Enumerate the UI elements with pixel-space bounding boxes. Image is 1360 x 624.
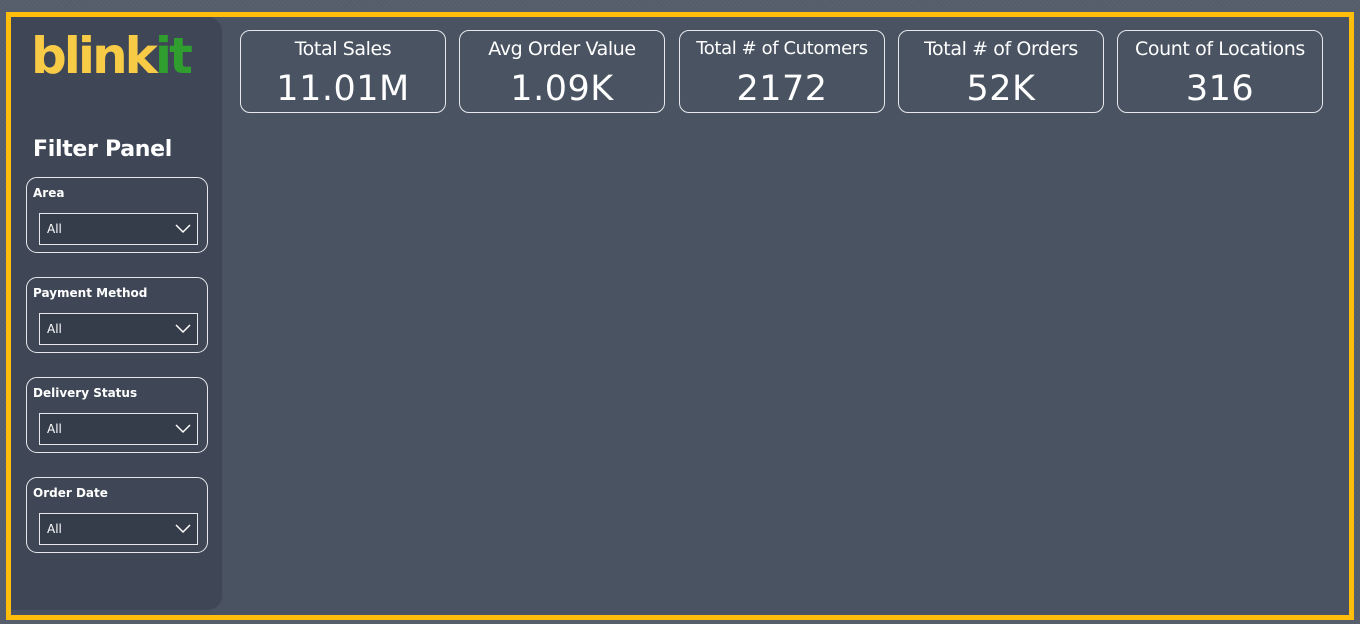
area-dropdown[interactable]: All [39, 213, 198, 245]
kpi-value: 2172 [736, 69, 828, 109]
kpi-value: 1.09K [510, 69, 614, 109]
kpi-value: 52K [966, 69, 1036, 109]
slicer-area: Area All [26, 177, 208, 253]
logo-part-blink: blink [31, 27, 158, 85]
chevron-down-icon [175, 524, 191, 534]
dropdown-value: All [47, 422, 62, 436]
delivery-status-dropdown[interactable]: All [39, 413, 198, 445]
slicer-label: Delivery Status [33, 386, 138, 400]
slicer-label: Payment Method [33, 286, 148, 300]
dropdown-value: All [47, 222, 62, 236]
slicer-delivery-status: Delivery Status All [26, 377, 208, 453]
kpi-label: Total Sales [294, 38, 392, 60]
chevron-down-icon [175, 324, 191, 334]
order-date-dropdown[interactable]: All [39, 513, 198, 545]
chevron-down-icon [175, 424, 191, 434]
kpi-value: 316 [1185, 69, 1255, 109]
kpi-label: Total # of Orders [924, 38, 1078, 60]
kpi-label: Count of Locations [1135, 38, 1305, 60]
slicer-label: Order Date [33, 486, 108, 500]
kpi-label: Total # of Cutomers [696, 38, 868, 59]
kpi-card-total-orders[interactable]: Total # of Orders 52K [898, 30, 1104, 113]
slicer-order-date: Order Date All [26, 477, 208, 553]
kpi-card-total-customers[interactable]: Total # of Cutomers 2172 [679, 30, 885, 113]
blinkit-logo: blinkit [31, 31, 193, 81]
payment-method-dropdown[interactable]: All [39, 313, 198, 345]
filter-panel-title: Filter Panel [33, 137, 172, 162]
logo-part-it: it [154, 27, 193, 85]
dropdown-value: All [47, 522, 62, 536]
kpi-card-total-sales[interactable]: Total Sales 11.01M [240, 30, 446, 113]
chevron-down-icon [175, 224, 191, 234]
filter-sidebar: blinkit Filter Panel Area All Payment Me… [11, 17, 222, 610]
kpi-card-count-of-locations[interactable]: Count of Locations 316 [1117, 30, 1323, 113]
dashboard-frame: blinkit Filter Panel Area All Payment Me… [6, 12, 1354, 620]
kpi-value: 11.01M [276, 69, 410, 109]
kpi-label: Avg Order Value [488, 38, 636, 60]
kpi-card-avg-order-value[interactable]: Avg Order Value 1.09K [459, 30, 665, 113]
slicer-payment-method: Payment Method All [26, 277, 208, 353]
dropdown-value: All [47, 322, 62, 336]
slicer-label: Area [33, 186, 65, 200]
